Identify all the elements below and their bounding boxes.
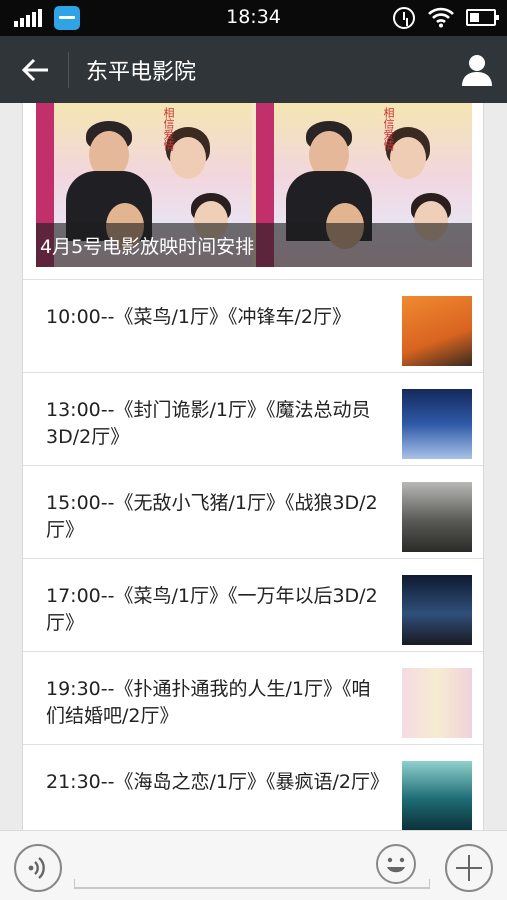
list-item-text: 10:00--《菜鸟/1厅》《冲锋车/2厅》 [46,306,351,328]
title-bar: 东平电影院 [0,36,507,103]
list-item-text: 17:00--《菜鸟/1厅》《一万年以后3D/2厅》 [46,585,378,634]
cover-image[interactable]: 相信爱情 相信爱情 4月5号电影放映时间安排 [36,103,472,267]
plus-icon[interactable] [445,844,493,892]
battery-icon [466,9,499,26]
thumbnail-image [402,668,472,738]
message-content: 相信爱情 相信爱情 4月5号电影放映时间安排 10:00--《菜鸟/1厅》《冲锋… [0,103,507,830]
alarm-icon [393,7,415,29]
person-icon[interactable] [457,50,497,90]
list-item[interactable]: 17:00--《菜鸟/1厅》《一万年以后3D/2厅》 [23,558,485,651]
list-item-text: 13:00--《封门诡影/1厅》《魔法总动员3D/2厅》 [46,399,371,448]
wifi-icon [428,7,454,28]
thumbnail-image [402,761,472,830]
thumbnail-image [402,575,472,645]
thumbnail-image [402,482,472,552]
list-item-text: 21:30--《海岛之恋/1厅》《暴疯语/2厅》 [46,771,389,793]
status-bar: 18:34 [0,0,507,36]
list-item[interactable]: 10:00--《菜鸟/1厅》《冲锋车/2厅》 [23,279,485,372]
emoji-icon[interactable] [376,844,416,884]
cover-caption: 4月5号电影放映时间安排 [36,223,472,267]
thumbnail-image [402,296,472,366]
list-item-text: 15:00--《无敌小飞猪/1厅》《战狼3D/2厅》 [46,492,378,541]
list-item[interactable]: 13:00--《封门诡影/1厅》《魔法总动员3D/2厅》 [23,372,485,465]
list-item-text: 19:30--《扑通扑通我的人生/1厅》《咱们结婚吧/2厅》 [46,678,371,727]
list-item[interactable]: 21:30--《海岛之恋/1厅》《暴疯语/2厅》 [23,744,485,830]
input-bar [0,830,507,900]
list-item[interactable]: 19:30--《扑通扑通我的人生/1厅》《咱们结婚吧/2厅》 [23,651,485,744]
voice-icon[interactable] [14,844,62,892]
title-divider [68,52,69,88]
article-card: 相信爱情 相信爱情 4月5号电影放映时间安排 10:00--《菜鸟/1厅》《冲锋… [22,103,485,830]
message-input[interactable] [74,879,430,889]
list-item[interactable]: 15:00--《无敌小飞猪/1厅》《战狼3D/2厅》 [23,465,485,558]
arrow-left-icon[interactable] [14,52,54,88]
page-title: 东平电影院 [86,60,197,85]
thumbnail-image [402,389,472,459]
